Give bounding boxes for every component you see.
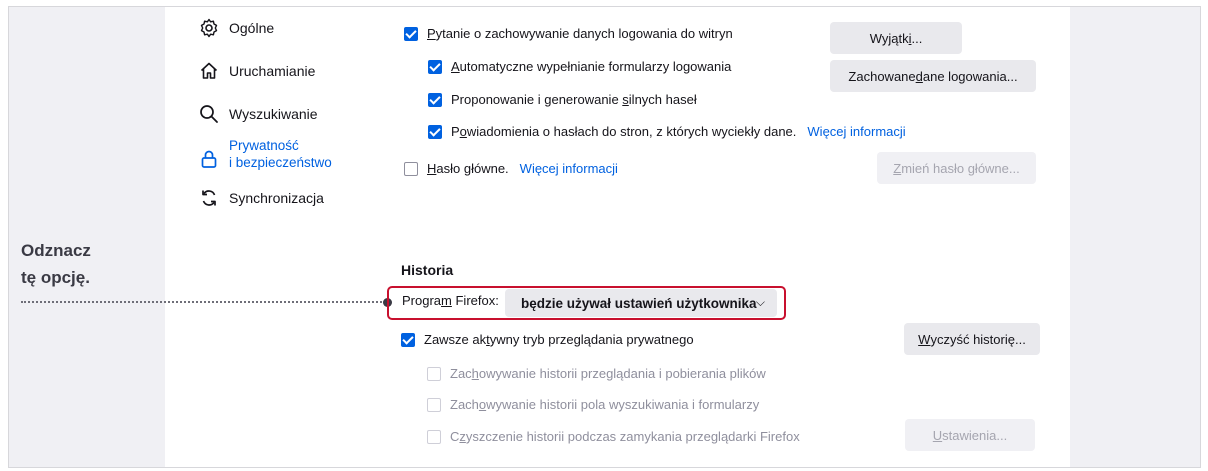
history-section-title: Historia	[401, 262, 454, 278]
suggest-passwords-checkbox[interactable]: Proponowanie i generowanie silnych haseł	[428, 92, 697, 107]
checkbox-label: Powiadomienia o hasłach do stron, z któr…	[451, 124, 797, 139]
sidebar-item-label: Ogólne	[229, 20, 275, 36]
sidebar-item-sync[interactable]: Synchronizacja	[199, 188, 324, 208]
always-private-checkbox[interactable]: Zawsze aktywny tryb przeglądania prywatn…	[401, 332, 694, 347]
home-icon	[200, 62, 218, 79]
history-mode-label: Program Firefox:	[402, 293, 499, 308]
lock-icon	[201, 150, 217, 168]
callout-instruction: Odznacz tę opcję.	[21, 241, 91, 287]
clear-on-close-checkbox[interactable]: Czyszczenie historii podczas zamykania p…	[427, 429, 800, 444]
sidebar-item-label: Prywatność i bezpieczeństwo	[229, 138, 332, 170]
checkbox-label: Pytanie o zachowywanie danych logowania …	[427, 26, 733, 41]
sidebar-item-label: Wyszukiwanie	[229, 106, 318, 122]
sidebar-item-startup[interactable]: Uruchamianie	[199, 61, 315, 81]
autofill-logins-checkbox[interactable]: Automatyczne wypełnianie formularzy logo…	[428, 59, 731, 74]
ask-save-logins-checkbox[interactable]: Pytanie o zachowywanie danych logowania …	[404, 26, 733, 41]
checkbox-label: Czyszczenie historii podczas zamykania p…	[450, 429, 800, 444]
checkbox-label: Zawsze aktywny tryb przeglądania prywatn…	[424, 332, 694, 347]
saved-logins-button[interactable]: Zachowane d ane logowania...	[830, 60, 1036, 92]
breach-alerts-checkbox[interactable]: Powiadomienia o hasłach do stron, z któr…	[428, 124, 906, 139]
checkbox-checked-icon	[428, 124, 442, 139]
exceptions-button[interactable]: Wyjątk i...	[830, 22, 962, 54]
checkbox-label: Proponowanie i generowanie silnych haseł	[451, 92, 697, 107]
gear-icon	[200, 18, 218, 38]
remember-browsing-checkbox[interactable]: Zachowywanie historii przeglądania i pob…	[427, 366, 766, 381]
checkbox-checked-icon	[401, 332, 415, 347]
sidebar-item-label: Synchronizacja	[229, 190, 324, 206]
callout-leader-line	[21, 301, 386, 303]
breach-learn-more-link[interactable]: Więcej informacji	[807, 124, 905, 139]
master-password-checkbox[interactable]: Hasło główne. Więcej informacji	[404, 161, 618, 176]
history-settings-button[interactable]: Ustawienia...	[905, 419, 1035, 451]
checkbox-checked-icon	[428, 92, 442, 107]
sync-icon	[202, 190, 216, 206]
sidebar-item-search[interactable]: Wyszukiwanie	[199, 104, 318, 124]
checkbox-label: Zachowywanie historii pola wyszukiwania …	[450, 397, 760, 412]
checkbox-label: Automatyczne wypełnianie formularzy logo…	[451, 59, 732, 74]
checkbox-unchecked-icon	[427, 397, 441, 412]
checkbox-unchecked-icon	[427, 366, 441, 381]
history-mode-select[interactable]: będzie używał ustawień użytkownika ⌵	[505, 289, 777, 317]
checkbox-label: Hasło główne.	[427, 161, 509, 176]
chevron-down-icon: ⌵	[755, 295, 765, 309]
master-learn-more-link[interactable]: Więcej informacji	[520, 161, 618, 176]
clear-history-button[interactable]: Wyczyść historię...	[904, 323, 1040, 355]
checkbox-label: Zachowywanie historii przeglądania i pob…	[450, 366, 766, 381]
checkbox-checked-icon	[404, 26, 418, 41]
checkbox-unchecked-icon	[404, 161, 418, 176]
sidebar-item-label: Uruchamianie	[229, 63, 316, 79]
remember-search-checkbox[interactable]: Zachowywanie historii pola wyszukiwania …	[427, 397, 759, 412]
sidebar-item-general[interactable]: Ogólne	[199, 18, 274, 38]
search-icon	[200, 105, 218, 123]
sidebar-item-privacy[interactable]: Prywatność i bezpieczeństwo	[199, 137, 332, 171]
checkbox-checked-icon	[428, 59, 442, 74]
checkbox-unchecked-icon	[427, 429, 441, 444]
change-master-password-button[interactable]: Zmień hasło główne...	[877, 152, 1036, 184]
